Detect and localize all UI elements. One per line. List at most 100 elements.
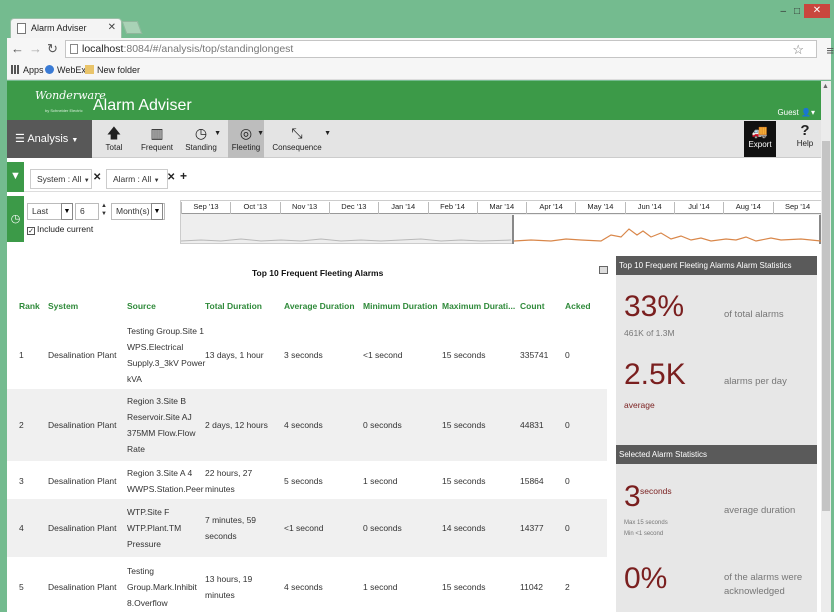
cell-line: Pressure — [127, 539, 162, 549]
table-cell-multiline: Region 3.Site A 4 WWPS.Station.Peer — [127, 465, 204, 497]
table-row[interactable]: 3 Desalination Plant Region 3.Site A 4 WWPS… — [7, 461, 607, 501]
help-button[interactable]: ? Help — [792, 120, 818, 158]
table-cell: 5 — [19, 582, 24, 592]
image-export-icon[interactable] — [599, 266, 608, 274]
column-header[interactable]: Maximum Durati... — [442, 301, 515, 311]
bookmark-new-folder[interactable]: New folder — [85, 65, 140, 75]
ribbon-toolbar: ☰ Analysis ▼ 🡅 Total ▥ Frequent ◷ Standi… — [7, 120, 821, 158]
table-cell: 3 — [19, 476, 24, 486]
column-header[interactable]: Acked — [565, 301, 591, 311]
cell-line: Group.Mark.Inhibit — [127, 582, 197, 592]
column-header[interactable]: Total Duration — [205, 301, 262, 311]
table-row[interactable]: 4 Desalination Plant WTP.Site F WTP.Plant.T… — [7, 499, 607, 557]
table-cell: <1 second — [284, 523, 324, 533]
analysis-menu-button[interactable]: ☰ Analysis ▼ — [7, 120, 92, 158]
app-title: Alarm Adviser — [93, 97, 192, 114]
browser-toolbar: ← → ↻ localhost:8084/#/analysis/top/stan… — [7, 38, 834, 60]
timeline-month-label: Sep '13 — [181, 202, 230, 214]
remove-system-filter-icon[interactable]: ✕ — [93, 172, 101, 183]
fleeting-button[interactable]: ◎ Fleeting ▼ — [228, 120, 264, 158]
minimize-button[interactable]: – — [780, 6, 786, 17]
column-header[interactable]: System — [48, 301, 78, 311]
cell-line: Supply.3_3kV Power — [127, 358, 206, 368]
timeline-month-label: Jun '14 — [624, 202, 674, 214]
table-cell-multiline: Region 3.Site B Reservoir.Site AJ 375MM Fl… — [127, 393, 196, 457]
timeline-month-axis: Sep '13 Oct '13 Nov '13 Dec '13 Jan '14 Feb '… — [181, 201, 821, 214]
consequence-button[interactable]: ⤡ Consequence ▼ — [271, 120, 331, 158]
export-button[interactable]: 🚚 Export — [744, 121, 776, 157]
column-header[interactable]: Rank — [19, 301, 40, 311]
bar-chart-icon: ▥ — [150, 125, 164, 141]
column-header[interactable]: Minimum Duration — [363, 301, 438, 311]
scrollbar-thumb[interactable] — [822, 141, 830, 511]
table-cell-multiline: 22 hours, 27 minutes — [205, 465, 252, 497]
chevron-down-icon[interactable]: ▼ — [324, 130, 331, 137]
cell-line: WTP.Plant.TM — [127, 523, 182, 533]
reload-icon[interactable]: ↻ — [47, 41, 58, 57]
time-clock-icon[interactable]: ◷ — [7, 196, 24, 242]
time-count-input[interactable]: 6 — [75, 203, 99, 220]
timeline-gray-line — [181, 238, 512, 242]
include-current-checkbox[interactable]: ✓ Include current — [27, 224, 93, 235]
user-menu[interactable]: Guest 👤▾ — [777, 108, 815, 117]
close-window-button[interactable]: ✕ — [804, 4, 830, 18]
filter-funnel-icon[interactable]: ▼ — [7, 162, 24, 192]
chevron-down-icon[interactable]: ▼ — [257, 130, 264, 137]
cell-line: 22 hours, 27 — [205, 468, 253, 478]
table-cell: 14 seconds — [442, 523, 486, 533]
add-filter-icon[interactable]: + — [180, 169, 187, 183]
timeline-navigator[interactable]: Sep '13 Oct '13 Nov '13 Dec '13 Jan '14 Feb '… — [180, 200, 821, 244]
chevron-down-icon: ▼ — [83, 178, 90, 184]
timeline-month-label: Dec '13 — [328, 202, 378, 214]
checkmark-icon: ✓ — [27, 227, 35, 235]
new-tab-button[interactable] — [121, 21, 143, 34]
bookmark-webex[interactable]: WebEx — [45, 65, 86, 75]
chevron-down-icon[interactable]: ▼ — [214, 130, 221, 137]
timeline-month-label: Aug '14 — [723, 202, 772, 214]
cell-line: Reservoir.Site AJ — [127, 412, 192, 422]
tab-close-icon[interactable]: ✕ — [108, 22, 116, 33]
standing-button[interactable]: ◷ Standing ▼ — [181, 120, 221, 158]
percent-total-value: 33% — [624, 290, 685, 323]
app-area: Wonderware by Schneider Electric Alarm A… — [7, 81, 821, 612]
cell-line: Region 3.Site A 4 — [127, 468, 193, 478]
system-filter-select[interactable]: System : All ▼ — [30, 169, 92, 189]
cell-line: 13 days, 1 hour — [205, 350, 264, 360]
frequent-button[interactable]: ▥ Frequent — [139, 120, 175, 158]
back-arrow-icon[interactable]: ← — [11, 41, 24, 56]
table-cell: Desalination Plant — [48, 523, 117, 533]
cell-line: 8.Overflow — [127, 598, 168, 608]
table-cell: 15 seconds — [442, 582, 486, 592]
table-cell-multiline: WTP.Site F WTP.Plant.TM Pressure — [127, 504, 181, 552]
remove-alarm-filter-icon[interactable]: ✕ — [167, 172, 175, 183]
chevron-down-icon[interactable]: ▼ — [151, 203, 163, 220]
total-button[interactable]: 🡅 Total — [99, 120, 129, 158]
table-row[interactable]: 5 Desalination Plant Testing Group.Mark.Inh… — [7, 557, 607, 612]
acked-desc-line1: of the alarms were — [724, 572, 803, 583]
count-stepper-icon[interactable]: ▲ ▼ — [101, 202, 107, 218]
table-row[interactable]: 1 Desalination Plant Testing Group.Site 1 W… — [7, 321, 607, 389]
url-path: :8084/#/analysis/top/standinglongest — [123, 43, 294, 55]
bookmark-star-icon[interactable]: ☆ — [792, 42, 804, 58]
chevron-down-icon[interactable]: ▼ — [61, 203, 73, 220]
bookmark-apps[interactable]: Apps — [11, 65, 44, 75]
scroll-up-icon[interactable]: ▲ — [822, 83, 829, 90]
question-icon: ? — [800, 122, 810, 139]
alarm-filter-select[interactable]: Alarm : All ▼ — [106, 169, 168, 189]
vertical-scrollbar[interactable]: ▲ — [821, 81, 831, 612]
browser-tab[interactable]: Alarm Adviser ✕ — [10, 18, 122, 38]
table-row[interactable]: 2 Desalination Plant Region 3.Site B Reserv… — [7, 389, 607, 461]
table-cell: 15864 — [520, 476, 544, 486]
analysis-label: Analysis — [27, 133, 69, 145]
column-header[interactable]: Source — [127, 301, 156, 311]
column-header[interactable]: Average Duration — [284, 301, 355, 311]
table-cell: 15 seconds — [442, 350, 486, 360]
table-cell: 0 — [565, 350, 570, 360]
maximize-button[interactable]: □ — [794, 6, 800, 17]
browser-menu-icon[interactable]: ≡ — [826, 43, 834, 59]
column-header[interactable]: Count — [520, 301, 545, 311]
address-bar[interactable]: localhost:8084/#/analysis/top/standinglo… — [65, 40, 834, 58]
acked-desc-line2: acknowledged — [724, 586, 785, 597]
table-title: Top 10 Frequent Fleeting Alarms — [252, 268, 384, 278]
forward-arrow-icon[interactable]: → — [29, 41, 42, 56]
